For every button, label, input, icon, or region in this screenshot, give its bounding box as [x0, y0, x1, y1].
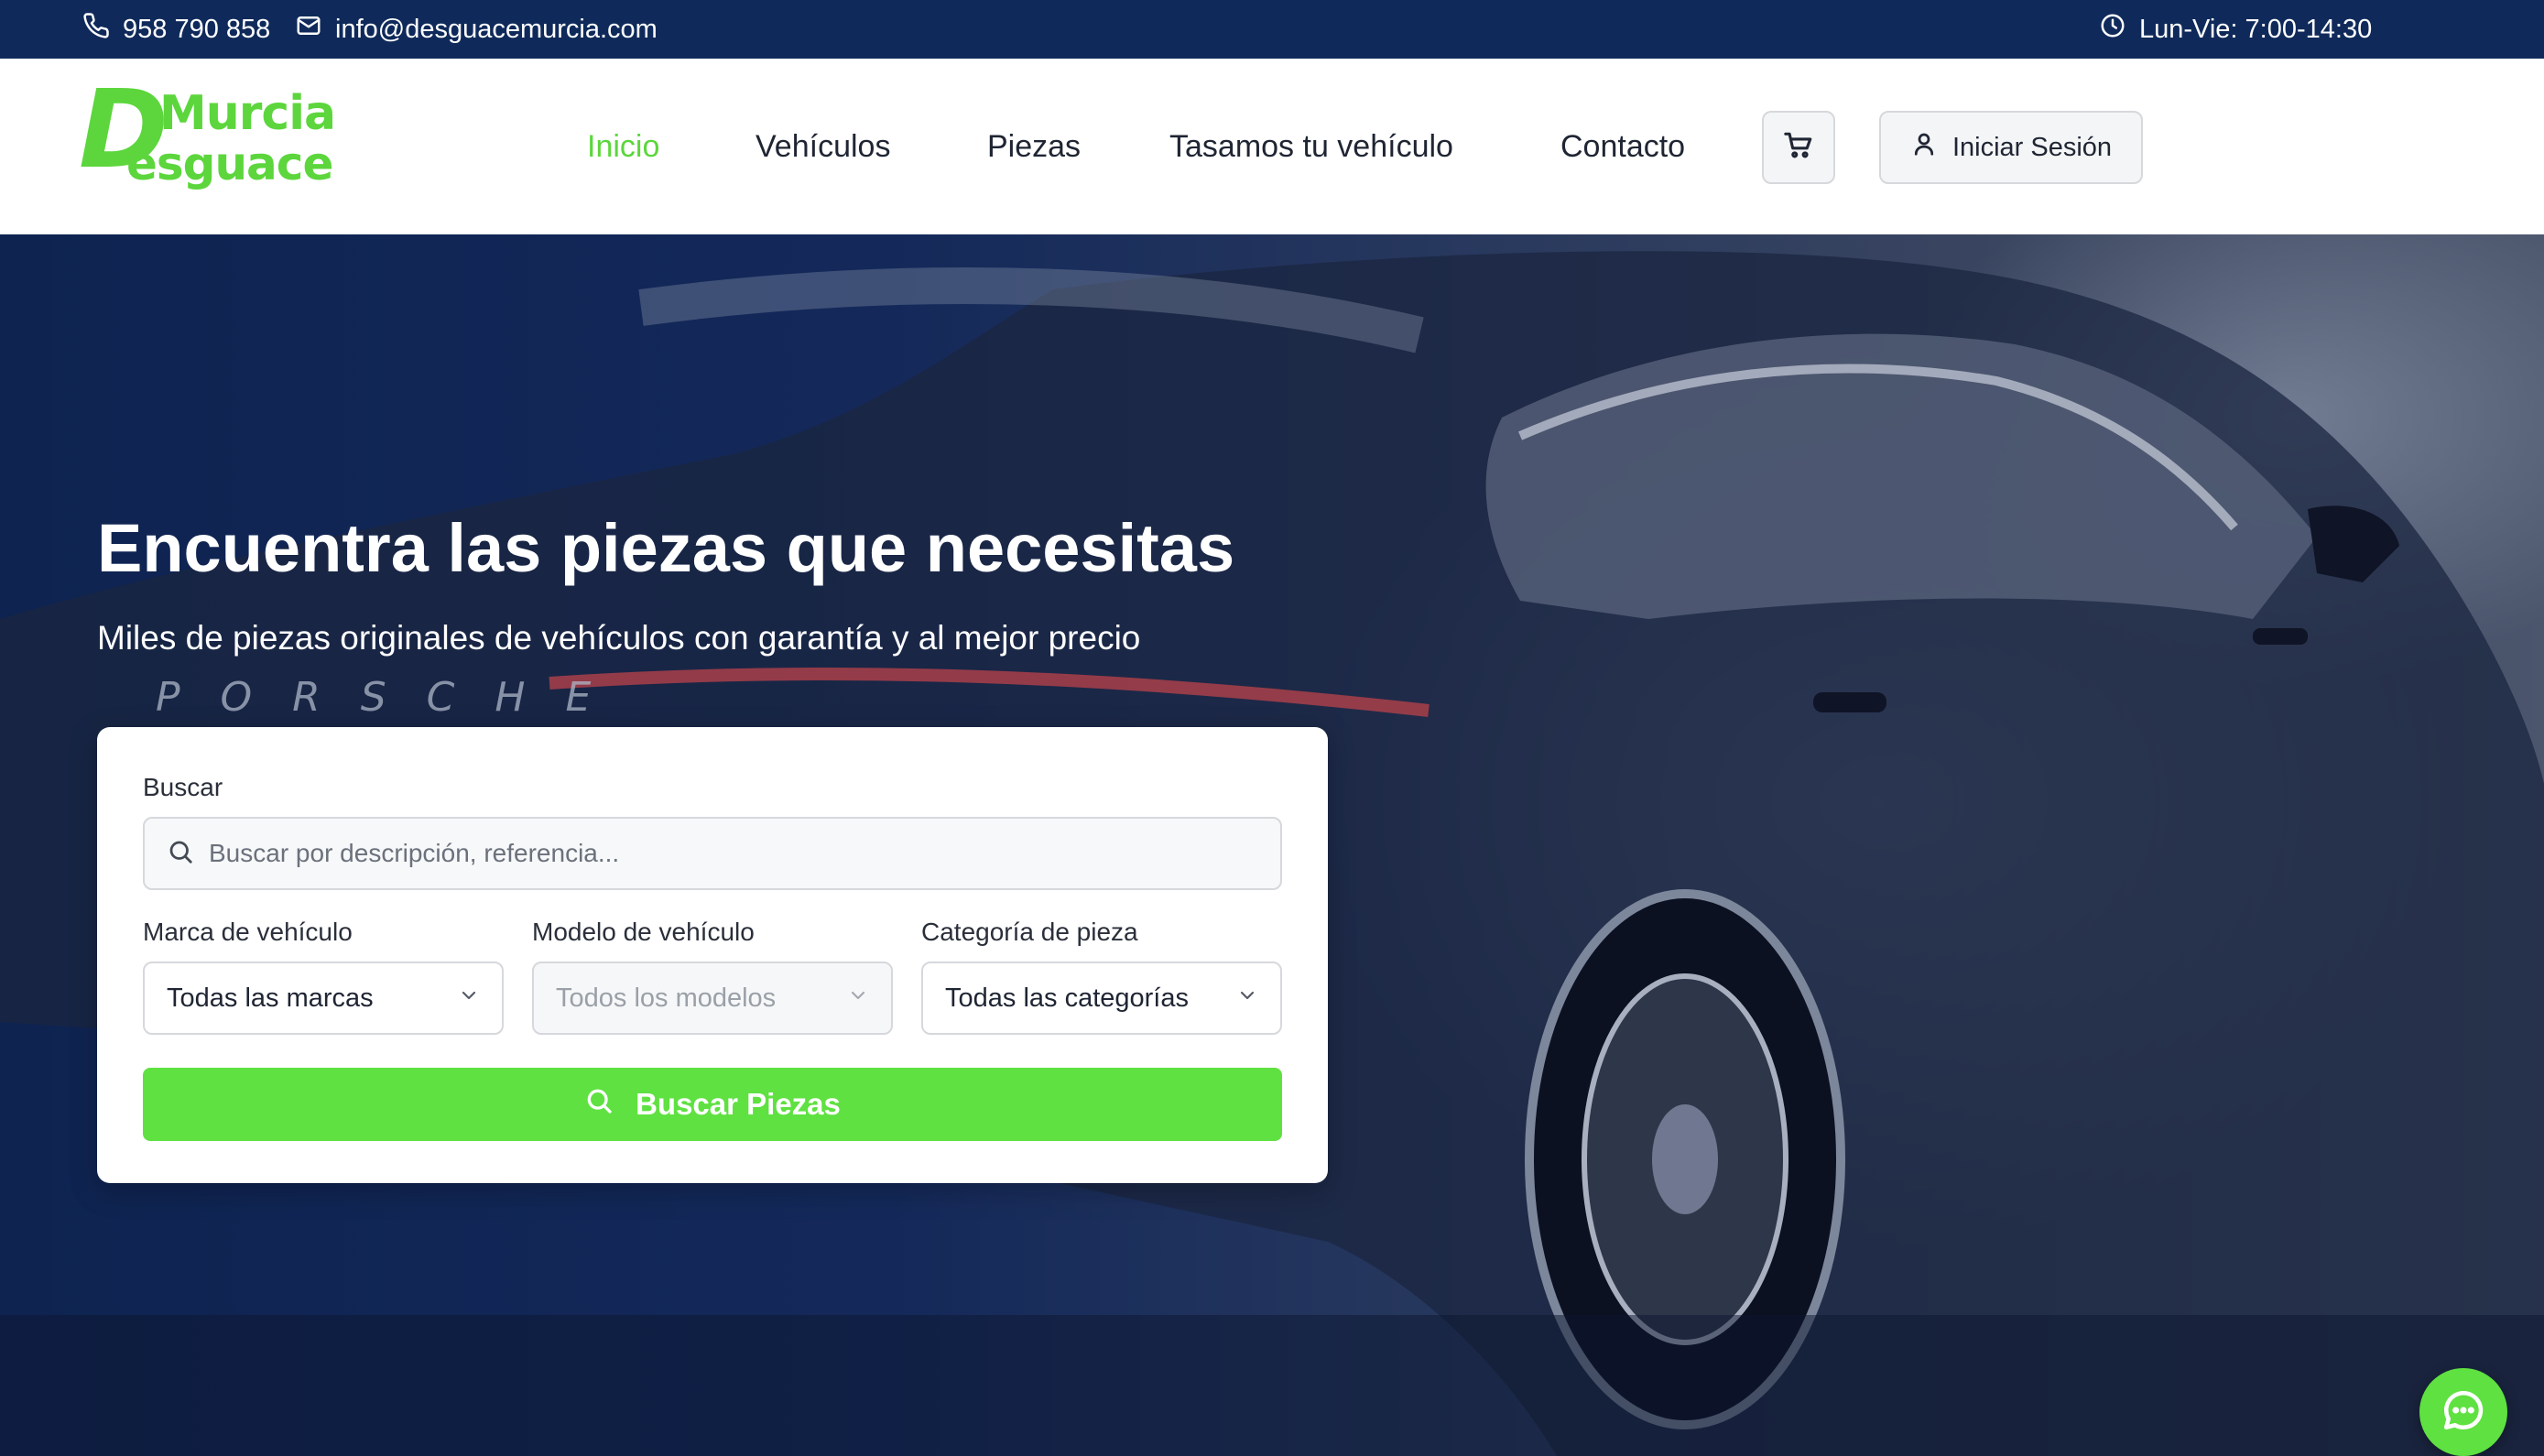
car-brand-lettering: PORSCHE: [156, 674, 631, 721]
phone-contact[interactable]: 958 790 858: [82, 0, 270, 59]
brand-select-value: Todas las marcas: [167, 983, 374, 1013]
email-contact[interactable]: info@desguacemurcia.com: [295, 0, 658, 59]
nav-item-tasamos[interactable]: Tasamos tu vehículo: [1169, 129, 1453, 165]
cart-icon: [1783, 130, 1814, 166]
top-bar: 958 790 858 info@desguacemurcia.com Lun-…: [0, 0, 2544, 59]
search-parts-label: Buscar Piezas: [636, 1087, 841, 1121]
email-address: info@desguacemurcia.com: [335, 14, 658, 44]
category-select[interactable]: Todas las categorías: [921, 962, 1282, 1035]
search-input[interactable]: [209, 839, 1216, 868]
cart-button[interactable]: [1762, 111, 1835, 184]
chevron-down-icon: [458, 983, 480, 1014]
chat-button[interactable]: [2419, 1368, 2507, 1456]
search-label: Buscar: [143, 773, 223, 801]
logo-line-1: Murcia: [159, 86, 336, 141]
category-select-value: Todas las categorías: [945, 983, 1189, 1013]
model-label: Modelo de vehículo: [532, 918, 755, 946]
nav-item-piezas[interactable]: Piezas: [987, 129, 1081, 165]
search-field[interactable]: [143, 817, 1282, 890]
phone-icon: [82, 12, 110, 47]
search-parts-button[interactable]: Buscar Piezas: [143, 1068, 1282, 1141]
user-icon: [1910, 130, 1938, 165]
login-button[interactable]: Iniciar Sesión: [1879, 111, 2143, 184]
hero-subtitle: Miles de piezas originales de vehículos …: [97, 619, 1141, 657]
hero-title: Encuentra las piezas que necesitas: [97, 510, 1235, 586]
model-select[interactable]: Todos los modelos: [532, 962, 893, 1035]
nav-item-inicio[interactable]: Inicio: [587, 129, 659, 165]
model-select-value: Todos los modelos: [556, 983, 777, 1013]
nav-item-vehiculos[interactable]: Vehículos: [756, 129, 890, 165]
category-label: Categoría de pieza: [921, 918, 1138, 946]
chevron-down-icon: [1236, 983, 1258, 1014]
search-icon: [584, 1086, 614, 1123]
chat-icon: [2441, 1387, 2486, 1438]
search-icon: [167, 838, 194, 870]
opening-hours: Lun-Vie: 7:00-14:30: [2099, 0, 2372, 59]
phone-number: 958 790 858: [123, 14, 271, 44]
nav-item-contacto[interactable]: Contacto: [1560, 129, 1685, 165]
chevron-down-icon: [847, 983, 869, 1014]
site-logo[interactable]: D Murcia esguace: [79, 75, 353, 209]
brand-select[interactable]: Todas las marcas: [143, 962, 504, 1035]
brand-label: Marca de vehículo: [143, 918, 353, 946]
hours-text: Lun-Vie: 7:00-14:30: [2139, 14, 2373, 44]
clock-icon: [2099, 12, 2126, 47]
login-label: Iniciar Sesión: [1951, 132, 2113, 162]
site-header: D Murcia esguace Inicio Vehículos Piezas…: [0, 59, 2544, 234]
mail-icon: [295, 12, 322, 47]
search-panel: Buscar Marca de vehículo Todas las marca…: [97, 727, 1328, 1183]
logo-line-2: esguace: [126, 137, 333, 190]
hero-section: PORSCHE Encuentra las piezas que necesit…: [0, 234, 2544, 1456]
